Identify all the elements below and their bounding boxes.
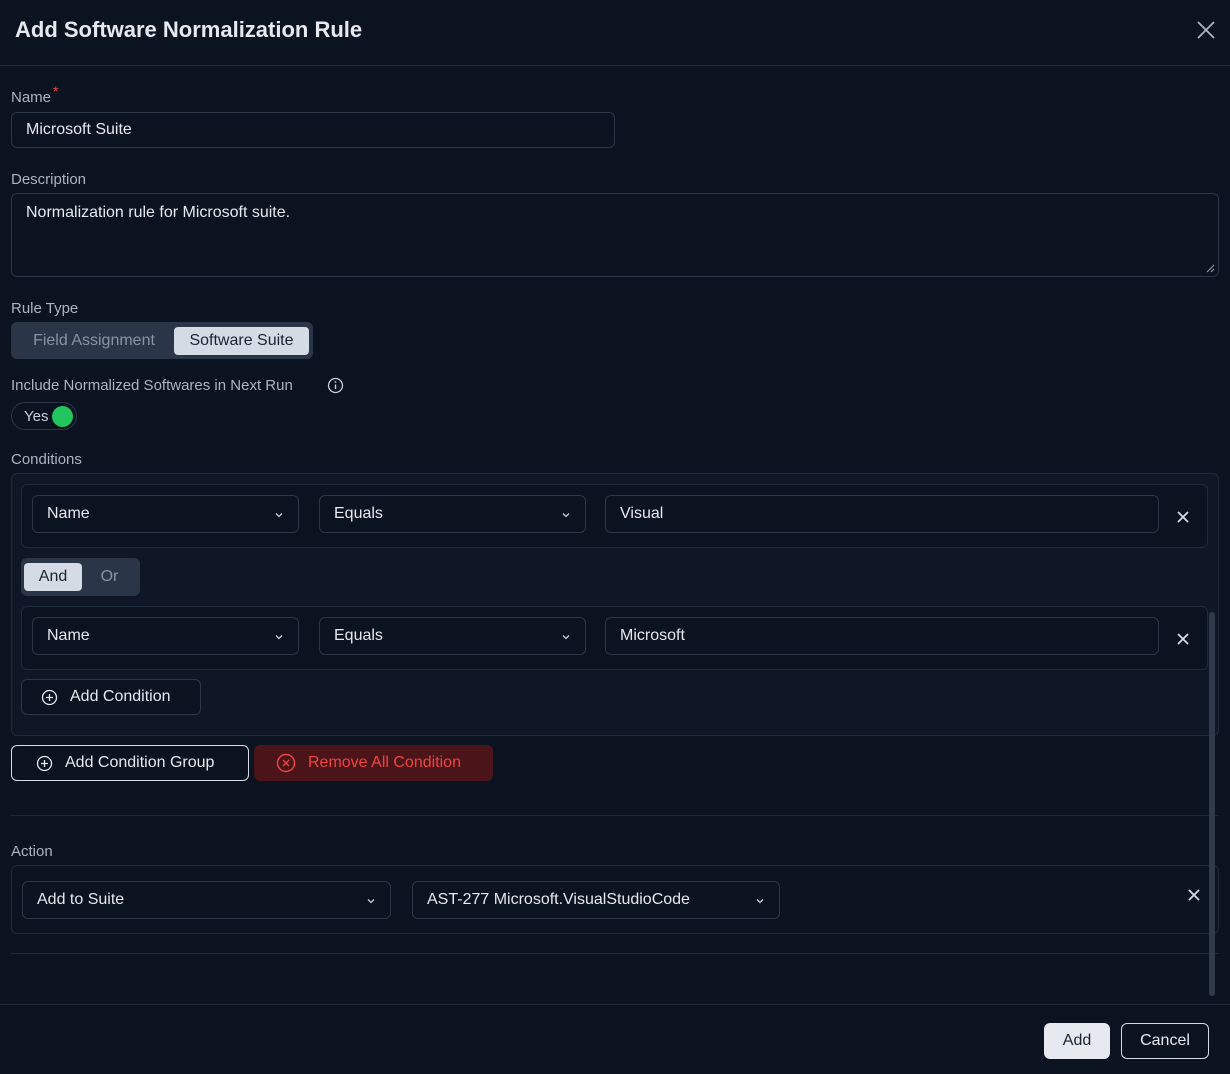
rule-type-label: Rule Type (11, 300, 79, 317)
condition-value-text: Visual (620, 505, 664, 522)
rule-type-field-assignment[interactable]: Field Assignment (14, 327, 174, 355)
info-icon[interactable] (327, 377, 344, 394)
action-target-select[interactable]: AST-277 Microsoft.VisualStudioCode (412, 881, 780, 919)
logic-and[interactable]: And (24, 563, 82, 591)
description-label: Description (11, 171, 87, 188)
chevron-down-icon (562, 635, 570, 640)
condition-row: Name Equals Visual (21, 484, 1208, 548)
cancel-button-label: Cancel (1140, 1032, 1190, 1049)
condition-field-value: Name (47, 505, 90, 522)
condition-field-select[interactable]: Name (32, 495, 299, 533)
action-target-value: AST-277 Microsoft.VisualStudioCode (427, 891, 690, 908)
condition-field-select[interactable]: Name (32, 617, 299, 655)
name-label: Name * (11, 83, 58, 106)
logic-segmented: And Or (21, 558, 140, 596)
description-textarea[interactable]: Normalization rule for Microsoft suite. (11, 193, 1219, 277)
action-type-value: Add to Suite (37, 891, 125, 908)
condition-operator-select[interactable]: Equals (319, 617, 586, 655)
action-row: Add to Suite AST-277 Microsoft.VisualStu… (11, 865, 1219, 934)
toggle-knob (52, 406, 73, 427)
name-input[interactable]: Microsoft Suite (11, 112, 615, 148)
add-condition-group-label: Add Condition Group (65, 754, 215, 771)
action-label: Action (11, 843, 53, 860)
add-button[interactable]: Add (1044, 1023, 1110, 1059)
scrollbar[interactable] (1209, 612, 1215, 996)
dialog-title: Add Software Normalization Rule (15, 17, 363, 42)
chevron-down-icon (275, 513, 283, 518)
remove-all-condition-label: Remove All Condition (308, 754, 461, 771)
rule-type-software-suite[interactable]: Software Suite (174, 326, 309, 355)
condition-operator-select[interactable]: Equals (319, 495, 586, 533)
name-input-value: Microsoft Suite (26, 121, 132, 138)
chevron-down-icon (756, 899, 764, 904)
dialog-header: Add Software Normalization Rule (0, 0, 1230, 66)
logic-or[interactable]: Or (82, 563, 137, 591)
condition-value-text: Microsoft (620, 627, 685, 644)
resize-grip-icon[interactable] (1205, 263, 1215, 273)
add-condition-label: Add Condition (70, 688, 171, 705)
condition-operator-value: Equals (334, 505, 383, 522)
condition-operator-value: Equals (334, 627, 383, 644)
description-value: Normalization rule for Microsoft suite. (26, 204, 291, 221)
condition-value-input[interactable]: Microsoft (605, 617, 1159, 655)
include-next-run-label: Include Normalized Softwares in Next Run (11, 377, 293, 394)
remove-condition-icon[interactable] (1176, 510, 1190, 524)
add-condition-group-button[interactable]: Add Condition Group (11, 745, 249, 781)
close-icon[interactable] (1196, 20, 1216, 40)
rule-type-segmented: Field Assignment Software Suite (11, 322, 313, 359)
condition-row: Name Equals Microsoft (21, 606, 1208, 670)
required-mark: * (53, 83, 59, 99)
add-condition-button[interactable]: Add Condition (21, 679, 201, 715)
action-type-select[interactable]: Add to Suite (22, 881, 391, 919)
plus-circle-icon (36, 755, 53, 771)
remove-condition-icon[interactable] (1176, 632, 1190, 646)
conditions-label: Conditions (11, 451, 82, 468)
add-button-label: Add (1062, 1032, 1092, 1049)
plus-circle-icon (41, 689, 58, 705)
remove-action-icon[interactable] (1187, 888, 1201, 902)
chevron-down-icon (275, 635, 283, 640)
include-next-run-toggle[interactable]: Yes (11, 402, 77, 430)
condition-field-value: Name (47, 627, 90, 644)
section-divider (11, 953, 1219, 954)
name-label-text: Name (11, 89, 52, 106)
chevron-down-icon (562, 513, 570, 518)
x-circle-icon (276, 753, 296, 773)
condition-value-input[interactable]: Visual (605, 495, 1159, 533)
chevron-down-icon (367, 899, 375, 904)
cancel-button[interactable]: Cancel (1121, 1023, 1209, 1059)
remove-all-condition-button[interactable]: Remove All Condition (254, 745, 493, 781)
toggle-label: Yes (24, 407, 49, 425)
section-divider (11, 815, 1219, 816)
